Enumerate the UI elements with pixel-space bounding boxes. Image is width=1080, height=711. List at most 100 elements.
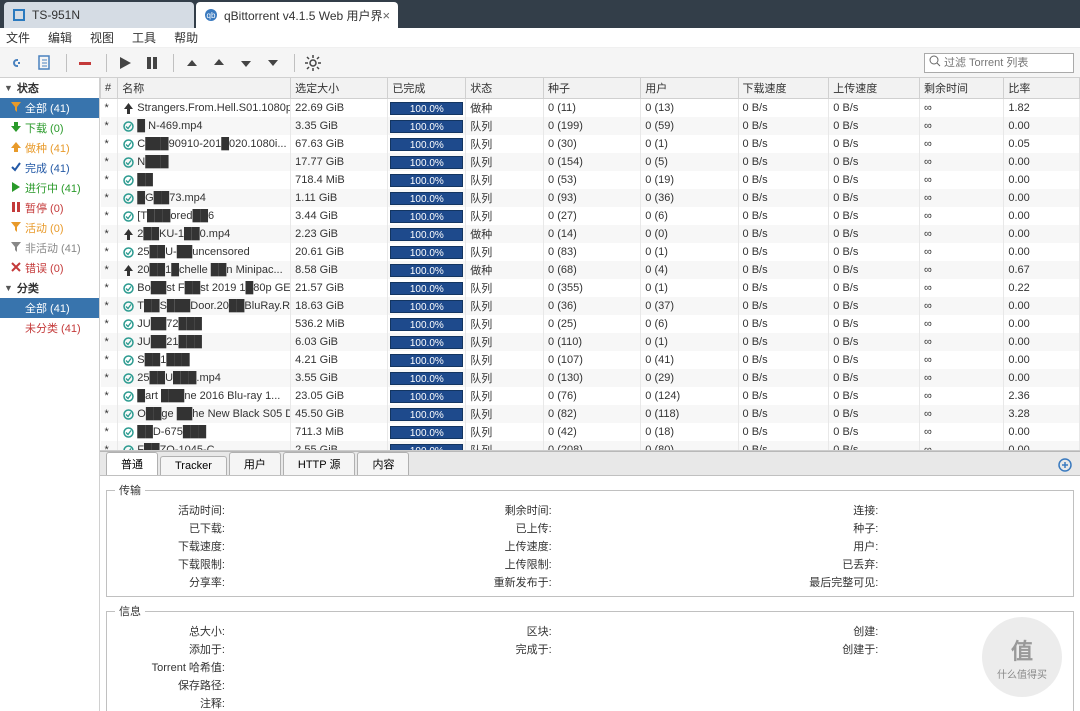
table-row[interactable]: *██D-675███711.3 MiB100.0%队列0 (42)0 (18)… — [101, 423, 1080, 441]
field-label: 分享率: — [115, 574, 225, 590]
row-marker: * — [101, 99, 118, 118]
move-bottom-button[interactable] — [261, 51, 285, 75]
toolbar-separator — [106, 54, 107, 72]
sidebar-item[interactable]: 非活动 (41) — [0, 238, 99, 258]
cell-eta: ∞ — [920, 261, 1004, 279]
add-file-button[interactable] — [33, 51, 57, 75]
row-marker: * — [101, 405, 118, 423]
cell-dl: 0 B/s — [738, 225, 829, 243]
detail-tab[interactable]: Tracker — [160, 456, 227, 475]
table-row[interactable]: *N███17.77 GiB100.0%队列0 (154)0 (5)0 B/s0… — [101, 153, 1080, 171]
column-header[interactable]: 比率 — [1004, 78, 1080, 99]
column-header[interactable]: 种子 — [544, 78, 641, 99]
detail-tab[interactable]: 用户 — [229, 452, 281, 475]
search-input[interactable] — [944, 57, 1069, 69]
field-label: 添加于: — [115, 641, 225, 657]
table-row[interactable]: *2██KU-1██0.mp42.23 GiB100.0%做种0 (14)0 (… — [101, 225, 1080, 243]
table-row[interactable]: *C███90910-201█020.1080i...67.63 GiB100.… — [101, 135, 1080, 153]
field-value — [225, 695, 412, 711]
field-label: 已上传: — [442, 520, 552, 536]
cell-dl: 0 B/s — [738, 387, 829, 405]
cell-progress: 100.0% — [388, 333, 466, 351]
table-row[interactable]: *25██U███.mp43.55 GiB100.0%队列0 (130)0 (2… — [101, 369, 1080, 387]
row-marker: * — [101, 369, 118, 387]
column-header[interactable]: 剩余时间 — [920, 78, 1004, 99]
browser-tab-2[interactable]: qb qBittorrent v4.1.5 Web 用户界 × — [196, 2, 398, 28]
sidebar-group-header[interactable]: ▼状态 — [0, 78, 99, 98]
cell-name: ██D-675███ — [118, 423, 291, 441]
remove-button[interactable] — [73, 51, 97, 75]
column-header[interactable]: 上传速度 — [829, 78, 920, 99]
cell-progress: 100.0% — [388, 441, 466, 451]
add-link-button[interactable] — [6, 51, 30, 75]
cell-dl: 0 B/s — [738, 243, 829, 261]
search-box[interactable] — [924, 53, 1074, 73]
field-value — [878, 574, 1065, 590]
sidebar-item[interactable]: 完成 (41) — [0, 158, 99, 178]
field-label: 连接: — [768, 502, 878, 518]
table-row[interactable]: *JU██21███6.03 GiB100.0%队列0 (110)0 (1)0 … — [101, 333, 1080, 351]
column-header[interactable]: 状态 — [466, 78, 544, 99]
table-row[interactable]: *██718.4 MiB100.0%队列0 (53)0 (19)0 B/s0 B… — [101, 171, 1080, 189]
table-row[interactable]: *█ N-469.mp43.35 GiB100.0%队列0 (199)0 (59… — [101, 117, 1080, 135]
status-icon — [122, 390, 134, 402]
detail-tab[interactable]: 内容 — [357, 452, 409, 475]
column-header[interactable]: 选定大小 — [291, 78, 388, 99]
sidebar-item[interactable]: 下载 (0) — [0, 118, 99, 138]
table-row[interactable]: *S██1███4.21 GiB100.0%队列0 (107)0 (41)0 B… — [101, 351, 1080, 369]
play-button[interactable] — [113, 51, 137, 75]
sidebar-item[interactable]: 做种 (41) — [0, 138, 99, 158]
table-row[interactable]: *20██1█chelle ██n Minipac...8.58 GiB100.… — [101, 261, 1080, 279]
detail-tab[interactable]: 普通 — [106, 452, 158, 475]
pause-button[interactable] — [140, 51, 164, 75]
detail-tab[interactable]: HTTP 源 — [283, 452, 356, 475]
table-row[interactable]: *T██S███Door.20██BluRay.R...18.63 GiB100… — [101, 297, 1080, 315]
cell-ul: 0 B/s — [829, 279, 920, 297]
cell-progress: 100.0% — [388, 315, 466, 333]
close-icon[interactable]: × — [383, 8, 391, 23]
cell-peers: 0 (36) — [641, 189, 738, 207]
status-icon — [122, 102, 134, 114]
sidebar-item[interactable]: 进行中 (41) — [0, 178, 99, 198]
cell-seeds: 0 (130) — [544, 369, 641, 387]
settings-button[interactable] — [301, 51, 325, 75]
sidebar-item[interactable]: 错误 (0) — [0, 258, 99, 278]
menu-edit[interactable]: 编辑 — [48, 29, 72, 46]
table-row[interactable]: *[T███ored██63.44 GiB100.0%队列0 (27)0 (6)… — [101, 207, 1080, 225]
sidebar-item[interactable]: 未分类 (41) — [0, 318, 99, 338]
expand-icon[interactable] — [1058, 458, 1072, 475]
column-header[interactable]: 用户 — [641, 78, 738, 99]
table-row[interactable]: *O██ge ██he New Black S05 Di...45.50 GiB… — [101, 405, 1080, 423]
status-icon — [122, 156, 134, 168]
table-row[interactable]: *█G██73.mp41.11 GiB100.0%队列0 (93)0 (36)0… — [101, 189, 1080, 207]
field-label: 注释: — [115, 695, 225, 711]
torrents-grid[interactable]: #名称选定大小已完成状态种子用户下载速度上传速度剩余时间比率 *Stranger… — [100, 78, 1080, 451]
cell-status: 队列 — [466, 333, 544, 351]
menu-file[interactable]: 文件 — [6, 29, 30, 46]
column-header[interactable]: 已完成 — [388, 78, 466, 99]
cell-ratio: 0.00 — [1004, 171, 1080, 189]
sidebar-item[interactable]: 活动 (0) — [0, 218, 99, 238]
move-down-button[interactable] — [234, 51, 258, 75]
cell-status: 队列 — [466, 351, 544, 369]
move-up-button[interactable] — [207, 51, 231, 75]
table-row[interactable]: *F██ZO-1045-C2.55 GiB100.0%队列0 (208)0 (8… — [101, 441, 1080, 451]
menu-view[interactable]: 视图 — [90, 29, 114, 46]
browser-tab-1[interactable]: TS-951N — [4, 2, 194, 28]
column-header[interactable]: 名称 — [118, 78, 291, 99]
table-row[interactable]: *JU██72███536.2 MiB100.0%队列0 (25)0 (6)0 … — [101, 315, 1080, 333]
cell-dl: 0 B/s — [738, 135, 829, 153]
menu-tools[interactable]: 工具 — [132, 29, 156, 46]
table-row[interactable]: *Strangers.From.Hell.S01.1080p.H...22.69… — [101, 99, 1080, 118]
sidebar-item[interactable]: 暂停 (0) — [0, 198, 99, 218]
sidebar-item[interactable]: 全部 (41) — [0, 98, 99, 118]
sidebar-group-header[interactable]: ▼分类 — [0, 278, 99, 298]
column-header[interactable]: 下载速度 — [738, 78, 829, 99]
table-row[interactable]: *Bo██st F██st 2019 1█80p GER ...21.57 Gi… — [101, 279, 1080, 297]
column-header[interactable]: # — [101, 78, 118, 99]
menu-help[interactable]: 帮助 — [174, 29, 198, 46]
move-top-button[interactable] — [180, 51, 204, 75]
table-row[interactable]: *█art ███ne 2016 Blu-ray 1...23.05 GiB10… — [101, 387, 1080, 405]
table-row[interactable]: *25██U-██uncensored20.61 GiB100.0%队列0 (8… — [101, 243, 1080, 261]
sidebar-item[interactable]: 全部 (41) — [0, 298, 99, 318]
